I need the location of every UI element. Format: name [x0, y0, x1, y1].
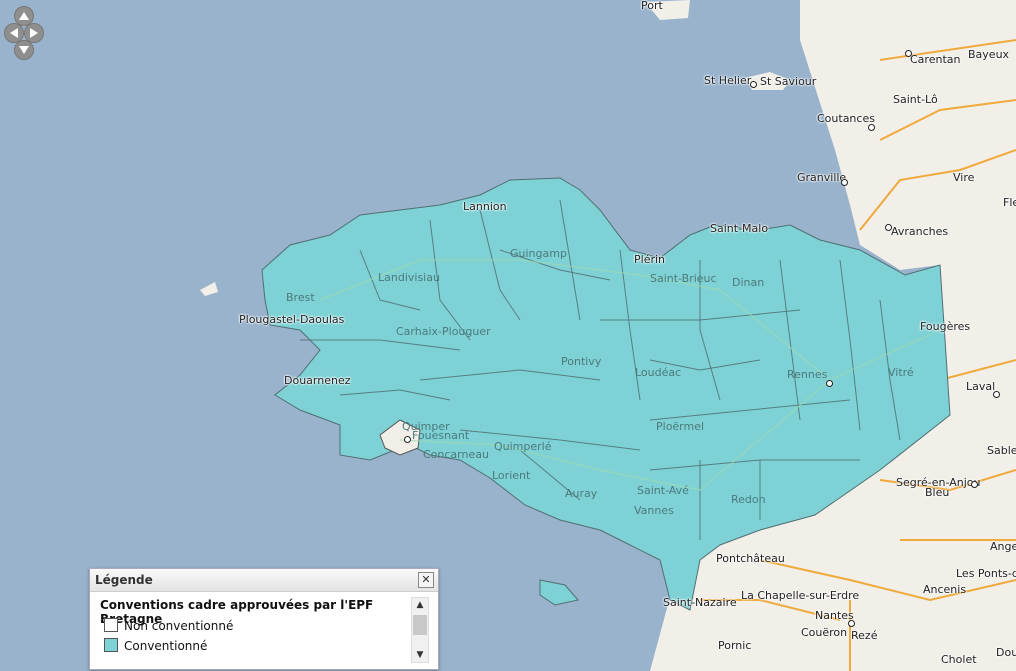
place-laval: Laval — [966, 380, 996, 393]
place-fle: Fle — [1003, 196, 1016, 209]
place-quimperle: Quimperlé — [494, 440, 552, 453]
place-bleu: Bleu — [925, 486, 950, 499]
legend-panel: Légende ✕ Conventions cadre approuvées p… — [89, 568, 439, 670]
legend-scrollbar[interactable]: ▲ ▼ — [411, 597, 429, 663]
town-marker — [841, 179, 848, 186]
place-vire: Vire — [953, 171, 975, 184]
place-saint-nazaire: Saint-Nazaire — [663, 596, 737, 609]
place-dinan: Dinan — [732, 276, 765, 289]
pan-down-icon[interactable] — [14, 40, 34, 60]
place-bayeux: Bayeux — [968, 48, 1010, 61]
place-plerin: Plérin — [634, 253, 666, 266]
belle-ile — [539, 579, 579, 606]
place-dou: Dou — [996, 646, 1016, 659]
town-marker — [848, 620, 855, 627]
place-granville: Granville — [797, 171, 847, 184]
place-saint-lo: Saint-Lô — [893, 93, 938, 106]
town-marker — [905, 50, 912, 57]
place-la-chapelle: La Chapelle-sur-Erdre — [741, 589, 860, 602]
town-marker — [750, 81, 757, 88]
place-cholet: Cholet — [941, 653, 977, 666]
town-marker — [885, 224, 892, 231]
pan-control — [4, 6, 44, 60]
legend-swatch — [104, 638, 118, 652]
place-concarneau: Concarneau — [423, 448, 489, 461]
place-rennes: Rennes — [787, 368, 828, 381]
map-canvas[interactable]: Port St Helier St Saviour Carentan Bayeu… — [0, 0, 1016, 671]
town-marker — [826, 380, 833, 387]
place-avranches: Avranches — [891, 225, 949, 238]
close-icon[interactable]: ✕ — [418, 572, 434, 588]
place-angers: Angers — [990, 540, 1016, 553]
legend-header: Légende ✕ — [90, 569, 438, 592]
place-coutances: Coutances — [817, 112, 875, 125]
place-pornic: Pornic — [718, 639, 752, 652]
place-les-ponts: Les Ponts-de- — [956, 567, 1016, 580]
legend-item-label: Non conventionné — [124, 619, 234, 633]
legend-swatch — [104, 618, 118, 632]
ouessant-island — [200, 282, 218, 296]
town-marker — [971, 481, 978, 488]
place-plougastel: Plougastel-Daoulas — [239, 313, 345, 326]
place-douarnenez: Douarnenez — [284, 374, 351, 387]
place-brest: Brest — [286, 291, 315, 304]
scroll-up-icon[interactable]: ▲ — [412, 598, 428, 612]
place-saint-ave: Saint-Avé — [637, 484, 689, 497]
scroll-thumb[interactable] — [413, 615, 427, 635]
place-fougeres: Fougères — [920, 320, 971, 333]
legend-body: Conventions cadre approuvées par l'EPF B… — [90, 592, 438, 669]
place-carentan: Carentan — [910, 53, 961, 66]
town-marker — [404, 436, 411, 443]
town-marker — [868, 124, 875, 131]
place-ancenis: Ancenis — [923, 583, 967, 596]
place-st-helier: St Helier — [704, 74, 752, 87]
place-fouesnant: Fouesnant — [412, 429, 470, 442]
place-saint-brieuc: Saint-Brieuc — [650, 272, 717, 285]
place-saint-malo: Saint-Malo — [710, 222, 769, 235]
place-sable: Sable — [987, 444, 1016, 457]
place-pontchateau: Pontchâteau — [716, 552, 785, 565]
place-vitre: Vitré — [888, 366, 914, 379]
legend-item-label: Conventionné — [124, 639, 208, 653]
place-carhaix: Carhaix-Plouguer — [396, 325, 491, 338]
place-st-saviour: St Saviour — [760, 75, 817, 88]
legend-item-conventionne: Conventionné — [104, 638, 207, 653]
town-marker — [993, 391, 1000, 398]
place-loudeac: Loudéac — [635, 366, 682, 379]
place-lorient: Lorient — [492, 469, 531, 482]
legend-item-non-conventionne: Non conventionné — [104, 618, 233, 633]
place-port: Port — [641, 0, 663, 12]
place-guingamp: Guingamp — [510, 247, 567, 260]
place-auray: Auray — [565, 487, 598, 500]
place-redon: Redon — [731, 493, 766, 506]
place-ploermel: Ploërmel — [656, 420, 705, 433]
place-lannion: Lannion — [463, 200, 507, 213]
place-coueron: Couëron — [801, 626, 848, 639]
place-vannes: Vannes — [634, 504, 674, 517]
place-pontivy: Pontivy — [561, 355, 602, 368]
legend-header-title: Légende — [95, 573, 153, 587]
scroll-down-icon[interactable]: ▼ — [412, 648, 428, 662]
place-reze: Rezé — [851, 629, 878, 642]
place-landivisiau: Landivisiau — [378, 271, 440, 284]
